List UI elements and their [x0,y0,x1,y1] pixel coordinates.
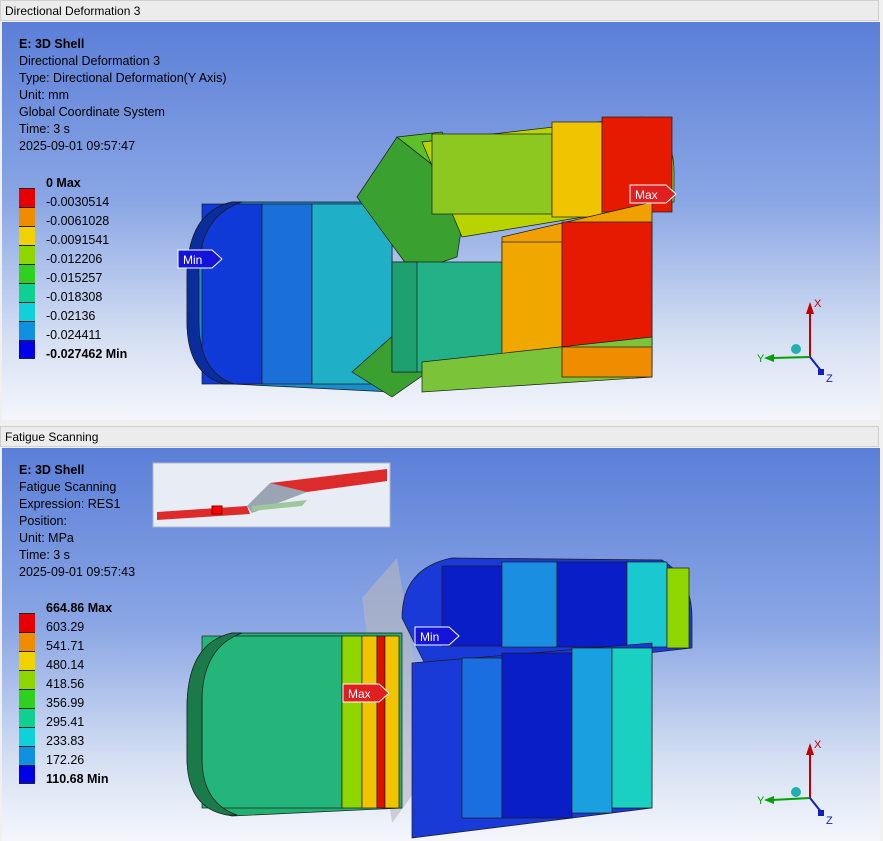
min-probe-label: Min [183,253,202,267]
legend-swatch [19,670,35,689]
triad-y-label: Y [757,353,765,365]
info-line: 2025-09-01 09:57:47 [19,139,136,153]
pane-title[interactable]: Fatigue Scanning [0,426,879,447]
info-line: Directional Deformation 3 [19,54,161,68]
legend-swatch [19,746,35,765]
coordinate-triad: X Y Z [757,298,833,385]
legend-min-label: -0.027462 Min [46,347,128,361]
graphics-viewport[interactable]: Max Min X Y Z E: 3D Shell Directional De… [2,22,880,420]
legend-swatch [19,765,35,784]
legend-swatch [19,321,35,340]
legend-swatch [19,689,35,708]
info-line: Position: [19,514,67,528]
legend-label: -0.0061028 [46,214,110,228]
info-line: Unit: mm [19,88,69,102]
legend-label: -0.018308 [46,290,103,304]
info-line: Global Coordinate System [19,105,165,119]
max-probe-label: Max [635,188,658,202]
legend-label: 295.41 [46,715,85,729]
legend-swatch [19,340,35,359]
legend-swatch [19,245,35,264]
triad-z-label: Z [826,815,833,827]
legend-label: 172.26 [46,753,85,767]
legend-swatch [19,226,35,245]
legend-swatch [19,264,35,283]
legend-swatch [19,632,35,651]
legend-min-label: 110.68 Min [46,772,109,786]
legend-label: 603.29 [46,620,85,634]
legend-swatch [19,727,35,746]
right-pipe [401,557,693,839]
model-thumbnail [152,462,391,528]
legend-label: -0.02136 [46,309,96,323]
max-probe-label: Max [348,687,371,701]
info-line: Time: 3 s [19,122,70,136]
legend-label: -0.012206 [46,252,103,266]
legend-swatch [19,302,35,321]
legend-label: 233.83 [46,734,85,748]
model-heading: E: 3D Shell [19,37,85,51]
triad-y-label: Y [757,795,765,807]
pane-title[interactable]: Directional Deformation 3 [0,0,879,21]
info-line: Time: 3 s [19,548,70,562]
triad-z-label: Z [826,373,833,385]
model-heading: E: 3D Shell [19,463,85,477]
legend-swatch [19,283,35,302]
legend-label: -0.024411 [46,328,102,342]
legend-label: -0.015257 [46,271,103,285]
legend-label: -0.0030514 [46,195,110,209]
max-probe[interactable]: Max [342,683,390,703]
legend-label: 418.56 [46,677,85,691]
legend-swatch [19,207,35,226]
coordinate-triad: X Y Z [757,739,833,827]
min-probe[interactable]: Min [414,626,460,646]
legend-max-label: 664.86 Max [46,601,113,615]
min-probe-label: Min [420,630,439,644]
triad-x-label: X [814,739,822,751]
info-line: Fatigue Scanning [19,480,117,494]
max-probe[interactable]: Max [629,184,677,204]
result-info: E: 3D Shell Fatigue Scanning Expression:… [19,462,135,581]
legend-label: 356.99 [46,696,85,710]
legend-swatch [19,188,35,207]
legend-swatch [19,651,35,670]
result-pane-deformation: Directional Deformation 3 Max Min X Y Z … [0,0,883,423]
legend-label: 480.14 [46,658,85,672]
legend-max-label: 0 Max [46,176,81,190]
graphics-viewport[interactable]: Max Min X Y Z E: 3D Shell Fatigue Scanni… [2,448,880,841]
legend-label: 541.71 [46,639,85,653]
result-pane-fatigue: Fatigue Scanning Max Min X Y Z E: 3D She… [0,426,883,841]
info-line: Type: Directional Deformation(Y Axis) [19,71,227,85]
info-line: Unit: MPa [19,531,74,545]
min-probe[interactable]: Min [177,249,223,269]
info-line: 2025-09-01 09:57:43 [19,565,136,579]
info-line: Expression: RES1 [19,497,121,511]
legend-label: -0.0091541 [46,233,110,247]
legend-swatch [19,708,35,727]
result-info: E: 3D Shell Directional Deformation 3 Ty… [19,36,227,155]
legend-swatch [19,613,35,632]
left-pipe [186,632,403,817]
triad-x-label: X [814,298,822,310]
